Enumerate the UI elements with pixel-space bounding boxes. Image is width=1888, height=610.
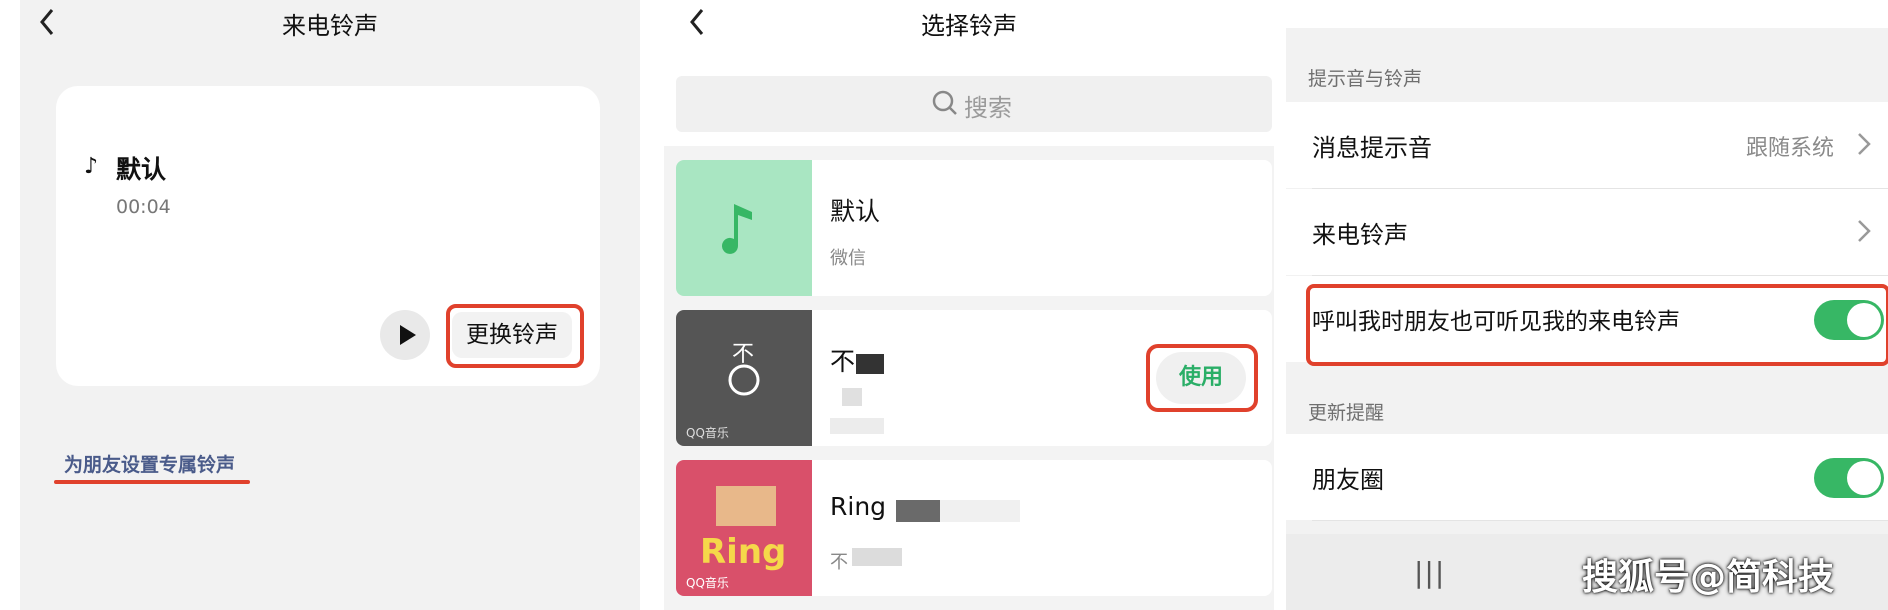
pixelated-image — [716, 486, 776, 526]
item-title: Ring — [830, 492, 887, 521]
top-bar — [1286, 0, 1888, 28]
page-title: 选择铃声 — [921, 12, 1017, 40]
redacted-text — [852, 548, 902, 566]
moments-toggle[interactable] — [1814, 458, 1884, 498]
redacted-text — [896, 500, 940, 522]
select-ringtone-panel: 选择铃声 搜索 默认 微信 不 QQ音乐 不 使用 Ring QQ音乐 Ring — [664, 0, 1274, 610]
thumbnail: 不 QQ音乐 — [676, 310, 812, 446]
item-subtitle: 微信 — [830, 248, 866, 269]
list-item[interactable]: 默认 微信 — [676, 160, 1272, 296]
redacted-text — [856, 354, 884, 374]
thumb-source: QQ音乐 — [686, 426, 729, 440]
music-note-icon: ♪ — [84, 154, 99, 179]
highlight-underline — [54, 480, 250, 484]
chevron-right-icon — [1858, 133, 1871, 155]
section-header: 更新提醒 — [1308, 402, 1385, 424]
search-icon — [932, 90, 958, 116]
item-subtitle: 不 — [830, 552, 848, 573]
list-item[interactable]: Ring QQ音乐 Ring 不 — [676, 460, 1272, 596]
highlight-box — [446, 304, 584, 368]
highlight-box — [1146, 344, 1258, 412]
ringtone-duration: 00:04 — [116, 196, 171, 218]
play-button[interactable] — [380, 310, 430, 360]
section-header: 提示音与铃声 — [1308, 68, 1423, 90]
thumbnail — [676, 160, 812, 296]
redacted-text — [842, 388, 862, 406]
moments-row: 朋友圈 — [1286, 434, 1888, 520]
incoming-ringtone-row[interactable]: 来电铃声 — [1286, 189, 1888, 275]
item-title: 默认 — [830, 197, 881, 226]
recent-apps-icon[interactable]: ||| — [1414, 556, 1445, 589]
divider — [1312, 520, 1888, 521]
friend-ringtone-link[interactable]: 为朋友设置专属铃声 — [64, 450, 235, 477]
thumb-label: Ring — [700, 532, 787, 572]
chevron-right-icon — [1858, 220, 1871, 242]
message-sound-row[interactable]: 消息提示音 跟随系统 — [1286, 102, 1888, 188]
watermark: 搜狐号@简科技 — [1582, 557, 1835, 598]
music-note-icon — [722, 204, 752, 254]
highlight-box — [1306, 284, 1888, 366]
page-title: 来电铃声 — [282, 12, 378, 40]
row-value: 跟随系统 — [1745, 136, 1834, 161]
incoming-ringtone-panel: 来电铃声 ♪ 默认 00:04 更换铃声 为朋友设置专属铃声 — [20, 0, 640, 610]
settings-panel: 提示音与铃声 消息提示音 跟随系统 来电铃声 呼叫我时朋友也可听见我的来电铃声 … — [1286, 0, 1888, 610]
row-label: 来电铃声 — [1312, 221, 1408, 249]
thumb-source: QQ音乐 — [686, 576, 729, 590]
redacted-text — [940, 500, 1020, 522]
thumbnail: Ring QQ音乐 — [676, 460, 812, 596]
row-label: 消息提示音 — [1312, 134, 1432, 162]
row-label: 朋友圈 — [1312, 466, 1384, 494]
list-item[interactable]: 不 QQ音乐 不 使用 — [676, 310, 1272, 446]
ringtone-name: 默认 — [116, 155, 167, 184]
redacted-text — [830, 418, 884, 434]
search-placeholder: 搜索 — [964, 94, 1012, 122]
item-title: 不 — [830, 347, 856, 376]
